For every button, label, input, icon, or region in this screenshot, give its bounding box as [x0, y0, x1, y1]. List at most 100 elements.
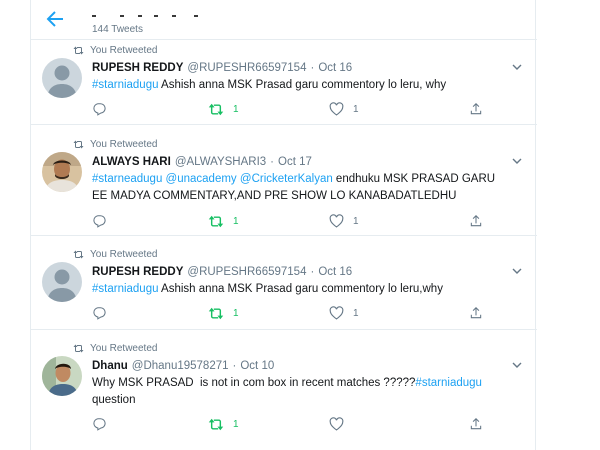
tweet-item[interactable]: You Retweeted RUPESH REDDY @RUPESHR66597… — [31, 40, 537, 125]
reply-button[interactable] — [92, 213, 106, 229]
tweet-date[interactable]: Oct 16 — [318, 62, 352, 74]
twitter-profile-page: 144 Tweets You Retweeted RUPESH REDDY @R… — [0, 0, 600, 450]
tweet-count: 144 Tweets — [92, 24, 143, 35]
retweet-indicator: You Retweeted — [73, 248, 157, 260]
retweet-label: You Retweeted — [90, 138, 158, 150]
like-button[interactable]: 1 — [329, 305, 359, 321]
tweet-date[interactable]: Oct 10 — [240, 360, 274, 372]
author-name[interactable]: RUPESH REDDY — [92, 266, 183, 278]
user-avatar[interactable] — [42, 152, 82, 192]
heart-icon — [329, 306, 344, 320]
tweet-actions: 1 1 — [92, 213, 492, 229]
tweet-header: RUPESH REDDY @RUPESHR66597154 · Oct 16 — [92, 60, 352, 75]
retweet-count: 1 — [233, 418, 239, 430]
tweet-actions: 1 1 — [92, 101, 492, 117]
tweet-text: #starniadugu Ashish anna MSK Prasad garu… — [92, 281, 512, 298]
reply-button[interactable] — [92, 416, 106, 432]
share-icon — [470, 103, 482, 115]
retweet-button[interactable]: 1 — [208, 305, 239, 321]
text-segment: Ashish anna MSK Prasad garu commentory l… — [158, 283, 443, 295]
reply-button[interactable] — [92, 101, 106, 117]
tweet-text: #starneadugu @unacademy @CricketerKalyan… — [92, 171, 512, 205]
share-icon — [470, 215, 482, 227]
share-button[interactable] — [469, 101, 483, 117]
tweet-item[interactable]: You Retweeted RUPESH REDDY @RUPESHR66597… — [31, 244, 537, 330]
retweet-button[interactable]: 1 — [208, 101, 239, 117]
retweet-small-icon — [73, 140, 84, 148]
tweet-header: ALWAYS HARI @ALWAYSHARI3 · Oct 17 — [92, 154, 312, 169]
tweet-item[interactable]: You Retweeted Dhanu @Dhanu19578271 · Oct… — [31, 338, 537, 450]
retweet-small-icon — [73, 46, 84, 54]
author-name[interactable]: Dhanu — [92, 360, 128, 372]
hashtag-link[interactable]: #starneadugu — [92, 173, 162, 185]
mention-link[interactable]: @CricketerKalyan — [240, 173, 333, 185]
tweet-date[interactable]: Oct 16 — [318, 266, 352, 278]
default-avatar[interactable] — [42, 58, 82, 98]
text-segment: Why MSK PRASAD is not in com box in rece… — [92, 377, 416, 389]
chevron-down-icon[interactable] — [511, 265, 523, 277]
tweet-actions: 1 1 — [92, 305, 492, 321]
tweet-text: Why MSK PRASAD is not in com box in rece… — [92, 375, 512, 409]
hashtag-link[interactable]: #starniadugu — [415, 377, 482, 389]
reply-icon — [93, 307, 106, 320]
tweet-text: #starniadugu Ashish anna MSK Prasad garu… — [92, 77, 512, 94]
tweet-item[interactable]: You Retweeted ALWAYS HARI @ALWAYSHARI3 ·… — [31, 134, 537, 236]
share-icon — [470, 418, 482, 430]
chevron-down-icon[interactable] — [511, 359, 523, 371]
retweet-icon — [208, 215, 224, 227]
like-button[interactable] — [329, 416, 353, 432]
retweet-icon — [208, 103, 224, 115]
reply-icon — [93, 215, 106, 228]
separator-dot: · — [310, 265, 315, 278]
retweet-icon — [208, 307, 224, 319]
retweet-small-icon — [73, 250, 84, 258]
like-count: 1 — [353, 103, 359, 115]
author-handle[interactable]: @RUPESHR66597154 — [187, 62, 306, 74]
retweet-indicator: You Retweeted — [73, 342, 157, 354]
like-count: 1 — [353, 307, 359, 319]
heart-icon — [329, 214, 344, 228]
author-name[interactable]: RUPESH REDDY — [92, 62, 183, 74]
like-button[interactable]: 1 — [329, 101, 359, 117]
profile-header: 144 Tweets — [31, 0, 537, 40]
chevron-down-icon[interactable] — [511, 155, 523, 167]
retweet-button[interactable]: 1 — [208, 416, 239, 432]
heart-icon — [329, 102, 344, 116]
user-avatar[interactable] — [42, 356, 82, 396]
hashtag-link[interactable]: #starniadugu — [92, 79, 159, 91]
default-avatar[interactable] — [42, 262, 82, 302]
like-button[interactable]: 1 — [329, 213, 359, 229]
text-segment: question — [92, 394, 136, 406]
separator-dot: · — [270, 155, 274, 168]
retweet-count: 1 — [233, 103, 239, 115]
author-handle[interactable]: @ALWAYSHARI3 — [175, 156, 266, 168]
mention-link[interactable]: @unacademy — [166, 173, 237, 185]
heart-icon — [329, 417, 344, 431]
reply-icon — [93, 103, 106, 116]
separator-dot: · — [232, 359, 237, 372]
retweet-label: You Retweeted — [90, 44, 158, 56]
retweet-button[interactable]: 1 — [208, 213, 239, 229]
text-segment: Ashish anna MSK Prasad garu commentory l… — [158, 79, 447, 91]
retweet-count: 1 — [233, 307, 239, 319]
retweet-indicator: You Retweeted — [73, 138, 157, 150]
author-handle[interactable]: @RUPESHR66597154 — [187, 266, 306, 278]
share-button[interactable] — [469, 416, 483, 432]
share-button[interactable] — [469, 213, 483, 229]
reply-icon — [93, 418, 106, 431]
retweet-label: You Retweeted — [90, 342, 158, 354]
reply-button[interactable] — [92, 305, 106, 321]
chevron-down-icon[interactable] — [511, 61, 523, 73]
tweet-date[interactable]: Oct 17 — [278, 156, 312, 168]
author-name[interactable]: ALWAYS HARI — [92, 156, 171, 168]
retweet-icon — [208, 418, 224, 430]
separator-dot: · — [310, 61, 315, 74]
like-count: 1 — [353, 215, 359, 227]
tweet-header: Dhanu @Dhanu19578271 · Oct 10 — [92, 358, 274, 373]
hashtag-link[interactable]: #starniadugu — [92, 283, 159, 295]
retweet-indicator: You Retweeted — [73, 44, 157, 56]
retweet-label: You Retweeted — [90, 248, 158, 260]
share-button[interactable] — [469, 305, 483, 321]
author-handle[interactable]: @Dhanu19578271 — [132, 360, 229, 372]
back-arrow-icon[interactable] — [43, 7, 67, 31]
